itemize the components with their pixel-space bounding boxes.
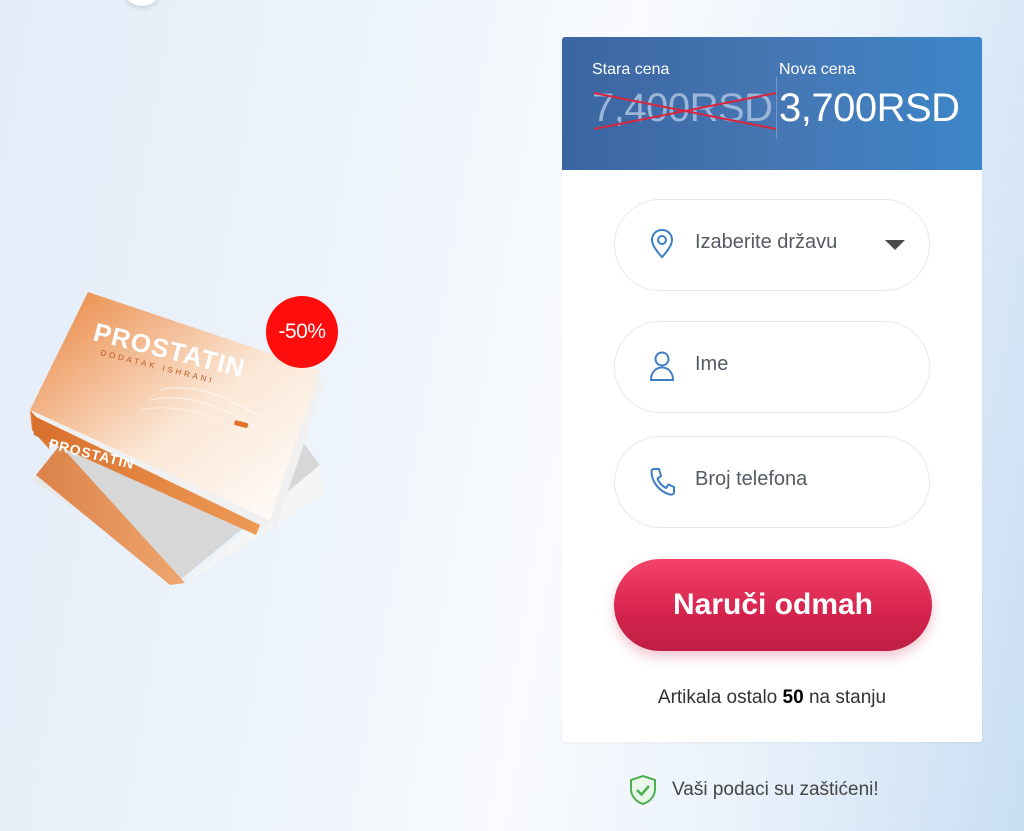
old-price-label: Stara cena (592, 61, 670, 78)
secure-notice-text: Vaši podaci su zaštićeni! (672, 779, 879, 800)
name-input-placeholder: Ime (695, 353, 729, 375)
old-price-value: 7,400RSD (592, 85, 777, 131)
old-price-block: Stara cena 7,400RSD (592, 61, 777, 131)
new-price-value: 3,700RSD (779, 86, 960, 130)
strikethrough-cross (593, 92, 777, 130)
stock-prefix: Artikala ostalo (657, 687, 778, 708)
phone-input[interactable]: Broj telefona (614, 436, 930, 528)
price-divider (776, 77, 777, 139)
phone-icon (650, 468, 675, 496)
stock-info: Artikala ostalo 50 na stanju (562, 687, 982, 709)
user-icon (649, 351, 675, 381)
location-pin-icon (650, 228, 674, 259)
phone-input-placeholder: Broj telefona (695, 468, 808, 490)
discount-badge: -50% (266, 296, 338, 368)
name-input[interactable]: Ime (614, 321, 930, 413)
stock-count: 50 (782, 687, 804, 708)
new-price-label: Nova cena (779, 61, 856, 78)
price-header: Stara cena 7,400RSD Nova cena 3,700RSD (562, 37, 982, 170)
country-select[interactable]: Izaberite državu (614, 199, 930, 291)
chevron-down-icon (885, 240, 905, 250)
country-select-placeholder: Izaberite državu (695, 231, 838, 253)
secure-notice: Vaši podaci su zaštićeni! (628, 774, 879, 806)
new-price-block: Nova cena 3,700RSD (779, 61, 960, 131)
shield-check-icon (630, 774, 656, 806)
stock-suffix: na stanju (808, 687, 887, 708)
order-form-card: Stara cena 7,400RSD Nova cena 3,700RSD I… (562, 37, 982, 742)
order-now-button[interactable]: Naruči odmah (614, 559, 932, 651)
discount-text: -50% (278, 320, 326, 343)
scroll-top-button[interactable] (124, 0, 160, 6)
